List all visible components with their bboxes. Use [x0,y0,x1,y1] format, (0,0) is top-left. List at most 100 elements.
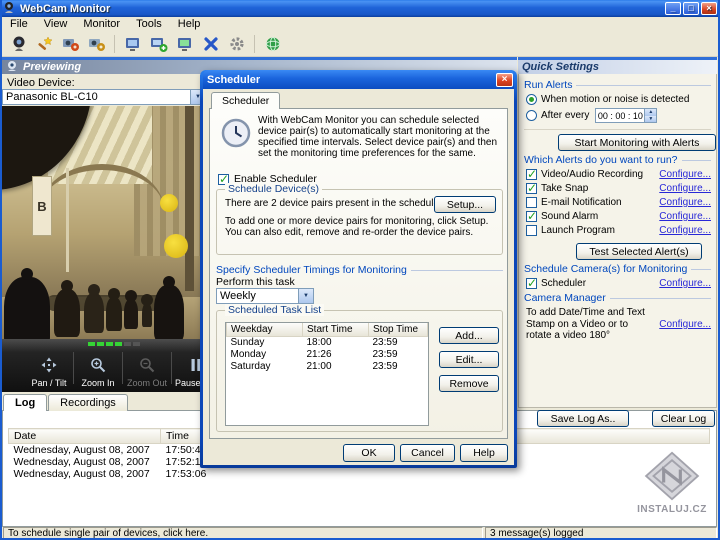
dialog-close-button[interactable]: × [496,72,513,87]
device-pairs-info: There are 2 device pairs present in the … [225,198,442,209]
menu-view[interactable]: View [36,18,76,30]
video-audio-recording-checkbox[interactable] [526,167,537,181]
dialog-tab-page: With WebCam Monitor you can schedule sel… [209,108,508,439]
email-notification-label: E-mail Notification [541,197,622,208]
monitor-view-icon[interactable] [172,32,197,55]
minimize-button[interactable]: _ [665,2,681,15]
configure-camera-manager-link[interactable]: Configure... [659,319,711,330]
video-device-select[interactable]: Panasonic BL-C10 ▼ [2,89,206,105]
motion-radio[interactable] [526,94,537,105]
configure-program-link[interactable]: Configure... [659,225,711,236]
monitor-add-icon[interactable] [146,32,171,55]
snapshot-settings-icon[interactable] [84,32,109,55]
task-col-start[interactable]: Start Time [302,323,369,337]
zoom-in-button[interactable]: Zoom In [75,348,121,388]
configure-alarm-link[interactable]: Configure... [659,211,711,222]
launch-program-checkbox[interactable] [526,225,537,236]
menu-file[interactable]: File [2,18,36,30]
tab-recordings[interactable]: Recordings [48,394,128,411]
test-alerts-button[interactable]: Test Selected Alert(s) [576,243,702,260]
log-col-date[interactable]: Date [8,428,161,444]
task-row[interactable]: Saturday 21:00 23:59 [227,360,428,372]
interval-radio[interactable] [526,110,537,121]
pan-tilt-button[interactable]: Pan / Tilt [26,348,72,388]
record-settings-icon[interactable] [58,32,83,55]
close-button[interactable]: × [701,2,717,15]
configure-scheduler-link[interactable]: Configure... [659,278,711,289]
take-snap-label: Take Snap [541,183,589,194]
scheduler-checkbox[interactable] [526,276,537,290]
frequency-select[interactable]: Weekly ▼ [216,288,314,304]
configure-snap-link[interactable]: Configure... [659,183,711,194]
task-row[interactable]: Sunday 18:00 23:59 [227,336,428,348]
monitor-close-icon[interactable] [198,32,223,55]
zoom-out-label: Zoom Out [126,378,167,388]
person-silhouette [106,297,122,331]
task-row[interactable]: Monday 21:26 23:59 [227,348,428,360]
add-task-button[interactable]: Add... [439,327,499,344]
round-sign [164,234,188,258]
motion-radio-label: When motion or noise is detected [541,94,690,105]
web-globe-icon[interactable] [260,32,285,55]
webcam-icon[interactable] [6,32,31,55]
scheduler-dialog: Scheduler × Scheduler With WebCam Monito… [200,70,517,468]
remove-task-button[interactable]: Remove [439,375,499,392]
video-preview-icon[interactable] [120,32,145,55]
person-silhouette [84,293,104,333]
spinner-down-icon[interactable]: ▼ [645,115,657,122]
sound-alarm-label: Sound Alarm [541,211,599,222]
video-device-label: Video Device: [7,77,75,89]
dialog-tab-scheduler[interactable]: Scheduler [211,92,281,109]
menu-tools[interactable]: Tools [128,18,170,30]
control-separator [73,352,74,384]
menu-monitor[interactable]: Monitor [75,18,128,30]
tab-log[interactable]: Log [3,394,48,411]
person-silhouette [154,285,184,339]
launch-program-label: Launch Program [541,225,615,236]
email-notification-checkbox[interactable] [526,197,537,208]
scheduled-task-list-group: Scheduled Task List Weekday Start Time S… [216,304,503,432]
run-alerts-section: Run Alerts [524,79,711,91]
task-list-title: Scheduled Task List [225,304,325,316]
clear-log-button[interactable]: Clear Log [652,410,715,427]
status-bar: To schedule single pair of devices, clic… [0,527,720,540]
instaluj-logo-icon [644,451,700,501]
status-message[interactable]: To schedule single pair of devices, clic… [3,527,483,539]
setup-wizard-icon[interactable] [32,32,57,55]
zoom-in-icon [90,357,106,375]
quick-settings-title: Quick Settings [522,61,600,73]
scheduler-checkbox-label: Scheduler [541,278,587,289]
quick-settings-panel: Run Alerts When motion or noise is detec… [518,74,717,408]
dialog-description: With WebCam Monitor you can schedule sel… [258,115,498,159]
column [185,106,194,291]
edit-task-button[interactable]: Edit... [439,351,499,368]
zoom-in-label: Zoom In [81,378,115,388]
ok-button[interactable]: OK [343,444,395,462]
maximize-button[interactable]: □ [683,2,699,15]
chevron-down-icon[interactable]: ▼ [298,289,313,303]
message-count: 3 message(s) logged [485,527,717,539]
video-preview: B [2,106,206,339]
start-monitoring-button[interactable]: Start Monitoring with Alerts [558,134,716,151]
frequency-value: Weekly [220,290,256,302]
task-col-weekday[interactable]: Weekday [226,323,303,337]
cancel-button[interactable]: Cancel [400,444,455,462]
log-date: Wednesday, August 08, 2007 [13,456,150,468]
sound-alarm-checkbox[interactable] [526,209,537,223]
setup-button[interactable]: Setup... [434,196,496,213]
control-separator [171,352,172,384]
task-col-stop[interactable]: Stop Time [368,323,428,337]
configure-email-link[interactable]: Configure... [659,197,711,208]
take-snap-checkbox[interactable] [526,181,537,195]
configure-recording-link[interactable]: Configure... [659,169,711,180]
settings-gear-icon[interactable] [224,32,249,55]
video-device-value: Panasonic BL-C10 [6,91,98,103]
watermark: INSTALUJ.CZ [628,451,716,515]
camera-manager-section: Camera Manager [524,292,711,304]
help-button[interactable]: Help [460,444,508,462]
save-log-button[interactable]: Save Log As.. [537,410,629,427]
interval-spinner[interactable]: 00 : 00 : 10 ▲ ▼ [595,108,658,123]
menu-help[interactable]: Help [170,18,209,30]
log-date: Wednesday, August 08, 2007 [13,444,150,456]
divider [524,129,711,130]
